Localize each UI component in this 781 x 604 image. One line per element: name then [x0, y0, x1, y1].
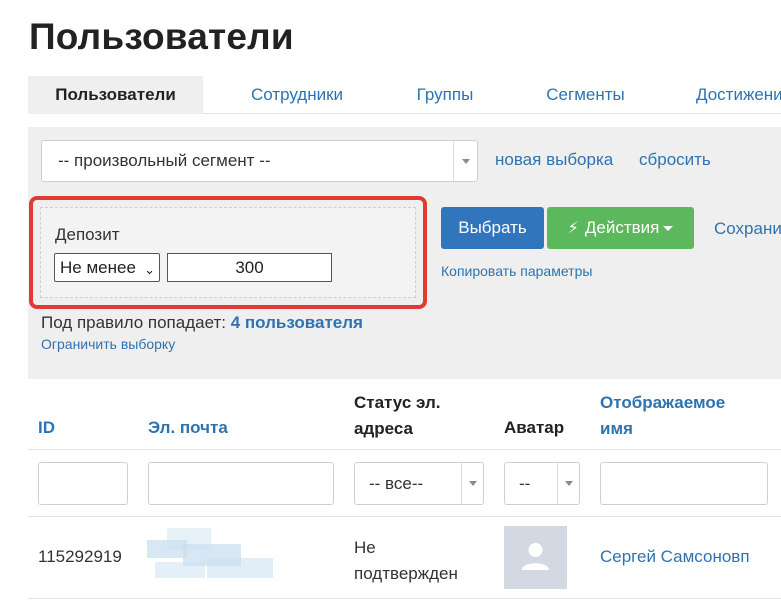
tab-users[interactable]: Пользователи: [28, 76, 203, 114]
rule-highlight-frame: [29, 196, 427, 309]
caret-down-icon: [565, 481, 573, 486]
match-summary: Под правило попадает: 4 пользователя: [41, 313, 363, 333]
column-header-email-status-line2: адреса: [354, 419, 413, 438]
row-email-status-line1: Не: [354, 538, 376, 557]
filter-avatar-select[interactable]: --: [504, 462, 580, 505]
column-header-email-status: Статус эл. адреса: [354, 390, 441, 442]
column-header-id[interactable]: ID: [38, 415, 55, 441]
row-email-redacted: [147, 528, 273, 583]
limit-selection-link[interactable]: Ограничить выборку: [41, 336, 175, 352]
avatar-placeholder-icon: [522, 543, 549, 570]
select-button[interactable]: Выбрать: [441, 207, 544, 249]
filter-email-input[interactable]: [148, 462, 334, 505]
reset-link[interactable]: сбросить: [639, 150, 711, 170]
caret-down-icon: [462, 159, 470, 164]
column-header-email-status-line1: Статус эл.: [354, 393, 441, 412]
tab-achievements[interactable]: Достижения: [682, 76, 781, 114]
caret-down-icon: [663, 226, 674, 232]
column-header-email[interactable]: Эл. почта: [148, 415, 228, 441]
filter-display-name-input[interactable]: [600, 462, 768, 505]
column-header-display-name-line2: имя: [600, 419, 633, 438]
match-count-link[interactable]: 4 пользователя: [231, 313, 363, 332]
new-selection-link[interactable]: новая выборка: [495, 150, 613, 170]
column-header-avatar: Аватар: [504, 418, 565, 437]
match-prefix: Под правило попадает:: [41, 313, 226, 332]
save-link[interactable]: Сохранить: [714, 219, 781, 239]
filter-avatar-value: --: [519, 474, 531, 493]
tab-segments[interactable]: Сегменты: [528, 76, 643, 114]
tab-employees[interactable]: Сотрудники: [233, 76, 361, 114]
avatar: [504, 526, 567, 589]
filter-email-status-select[interactable]: -- все--: [354, 462, 484, 505]
row-display-name-link[interactable]: Сергей Самсоновп: [600, 547, 750, 567]
copy-params-link[interactable]: Копировать параметры: [441, 263, 592, 279]
actions-button-label: Действия: [584, 218, 660, 237]
page-title: Пользователи: [29, 16, 294, 57]
tab-groups[interactable]: Группы: [400, 76, 490, 114]
filter-email-status-value: -- все--: [369, 474, 424, 493]
filter-row-divider: [28, 516, 781, 517]
segment-select-toggle[interactable]: [453, 141, 477, 181]
filter-id-input[interactable]: [38, 462, 128, 505]
lightning-icon: ⚡︎: [567, 220, 579, 237]
tabs-bar: Пользователи Сотрудники Группы Сегменты …: [28, 76, 781, 114]
column-header-display-name-line1: Отображаемое: [600, 393, 726, 412]
filter-email-status-toggle[interactable]: [461, 463, 483, 504]
row-id: 115292919: [38, 547, 122, 566]
segment-select[interactable]: -- произвольный сегмент --: [41, 140, 478, 182]
column-header-display-name[interactable]: Отображаемое имя: [600, 390, 725, 442]
actions-button[interactable]: ⚡︎ Действия: [547, 207, 694, 249]
row-email-status-line2: подтвержден: [354, 564, 458, 583]
header-divider: [28, 449, 781, 450]
caret-down-icon: [469, 481, 477, 486]
row-divider: [28, 598, 781, 599]
row-email-status: Не подтвержден: [354, 535, 458, 587]
segment-select-value: -- произвольный сегмент --: [58, 151, 271, 170]
filter-avatar-toggle[interactable]: [557, 463, 579, 504]
